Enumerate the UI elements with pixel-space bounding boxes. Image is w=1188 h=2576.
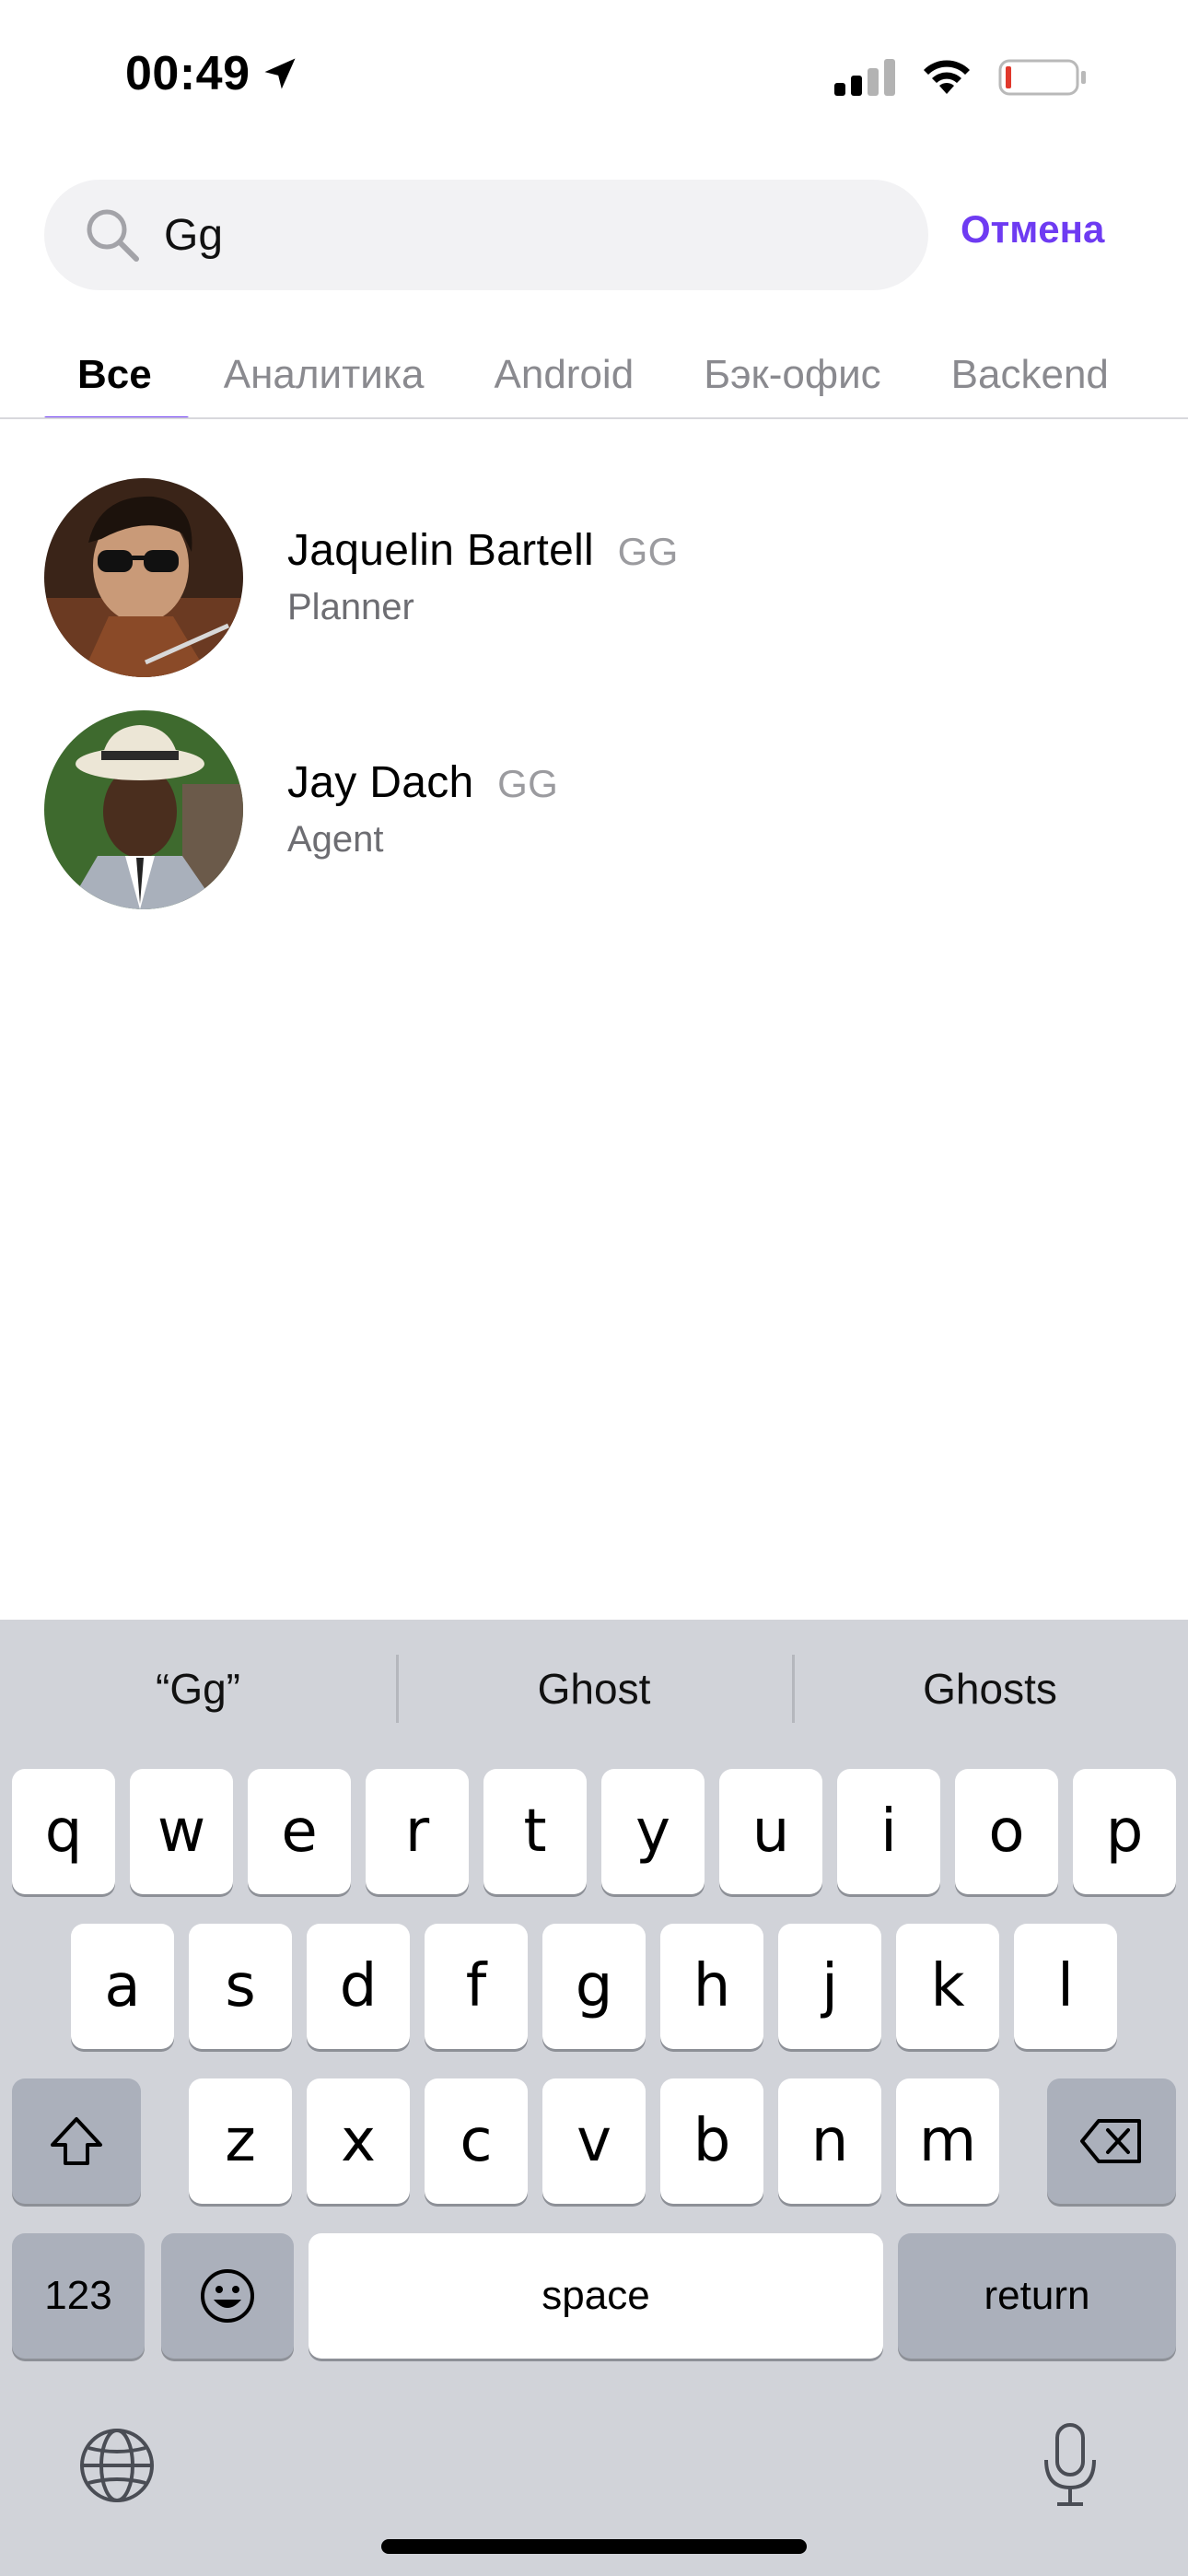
location-arrow-icon: [264, 58, 295, 89]
key-r[interactable]: r: [366, 1769, 469, 1894]
search-input[interactable]: [164, 204, 901, 266]
key-s[interactable]: s: [189, 1924, 292, 2049]
key-l[interactable]: l: [1014, 1924, 1117, 2049]
suggestion-1[interactable]: “Gg”: [0, 1620, 396, 1758]
numbers-key[interactable]: 123: [12, 2233, 145, 2359]
status-time-group: 00:49: [125, 46, 300, 101]
team-badge: GG: [497, 762, 559, 805]
search-results: Jaquelin Bartell GG Planner Jay Dach GG: [0, 474, 1188, 939]
emoji-key[interactable]: [161, 2233, 294, 2359]
key-v[interactable]: v: [542, 2078, 646, 2204]
key-m[interactable]: m: [896, 2078, 999, 2204]
key-x[interactable]: x: [307, 2078, 410, 2204]
search-box[interactable]: [44, 180, 928, 290]
key-b[interactable]: b: [660, 2078, 763, 2204]
result-name: Jaquelin Bartell GG: [287, 525, 679, 576]
cancel-button[interactable]: Отмена: [961, 207, 1104, 252]
suggestion-2[interactable]: Ghost: [396, 1620, 792, 1758]
first-name: Jay: [287, 758, 357, 807]
key-c[interactable]: c: [425, 2078, 528, 2204]
return-key[interactable]: return: [898, 2233, 1176, 2359]
shift-key[interactable]: [12, 2078, 141, 2204]
key-a[interactable]: a: [71, 1924, 174, 2049]
key-k[interactable]: k: [896, 1924, 999, 2049]
status-icons: [834, 57, 1087, 98]
tab-android[interactable]: Android: [460, 332, 670, 417]
keyboard: “Gg” Ghost Ghosts q w e r t y u i o p a …: [0, 1620, 1188, 2576]
autocomplete-bar: “Gg” Ghost Ghosts: [0, 1620, 1188, 1758]
avatar: [44, 478, 243, 677]
result-role: Planner: [287, 587, 414, 627]
key-z[interactable]: z: [189, 2078, 292, 2204]
wifi-icon: [921, 59, 973, 96]
search-icon: [87, 209, 139, 262]
key-q[interactable]: q: [12, 1769, 115, 1894]
category-tabs: Все Аналитика Android Бэк-офис Backend: [0, 332, 1188, 419]
emoji-icon: [201, 2269, 254, 2323]
key-y[interactable]: y: [601, 1769, 705, 1894]
key-p[interactable]: p: [1073, 1769, 1176, 1894]
backspace-icon: [1080, 2119, 1141, 2163]
tab-back-office[interactable]: Бэк-офис: [669, 332, 915, 417]
first-name: Jaquelin: [287, 526, 455, 575]
battery-low-icon: [998, 57, 1087, 98]
cellular-signal-icon: [834, 59, 895, 96]
suggestion-3[interactable]: Ghosts: [792, 1620, 1188, 1758]
tab-analytics[interactable]: Аналитика: [189, 332, 460, 417]
key-o[interactable]: o: [955, 1769, 1058, 1894]
key-n[interactable]: n: [778, 2078, 881, 2204]
globe-icon[interactable]: [77, 2426, 157, 2505]
list-item[interactable]: Jay Dach GG Agent: [0, 707, 1188, 939]
key-w[interactable]: w: [130, 1769, 233, 1894]
result-name: Jay Dach GG: [287, 757, 558, 808]
key-d[interactable]: d: [307, 1924, 410, 2049]
status-bar: 00:49: [0, 0, 1188, 157]
key-j[interactable]: j: [778, 1924, 881, 2049]
home-indicator[interactable]: [381, 2539, 807, 2554]
avatar: [44, 710, 243, 909]
tab-all[interactable]: Все: [0, 332, 189, 417]
key-u[interactable]: u: [719, 1769, 822, 1894]
key-h[interactable]: h: [660, 1924, 763, 2049]
tab-backend[interactable]: Backend: [916, 332, 1144, 417]
microphone-icon[interactable]: [1041, 2421, 1100, 2510]
shift-icon: [51, 2117, 102, 2165]
last-name: Bartell: [466, 526, 595, 575]
status-time: 00:49: [125, 47, 250, 100]
key-f[interactable]: f: [425, 1924, 528, 2049]
key-t[interactable]: t: [483, 1769, 587, 1894]
list-item[interactable]: Jaquelin Bartell GG Planner: [0, 474, 1188, 707]
key-e[interactable]: e: [248, 1769, 351, 1894]
key-i[interactable]: i: [837, 1769, 940, 1894]
space-key[interactable]: space: [309, 2233, 883, 2359]
backspace-key[interactable]: [1047, 2078, 1176, 2204]
result-role: Agent: [287, 819, 384, 860]
last-name: Dach: [369, 758, 474, 807]
key-g[interactable]: g: [542, 1924, 646, 2049]
team-badge: GG: [617, 530, 679, 573]
search-row: Отмена: [44, 180, 1149, 290]
